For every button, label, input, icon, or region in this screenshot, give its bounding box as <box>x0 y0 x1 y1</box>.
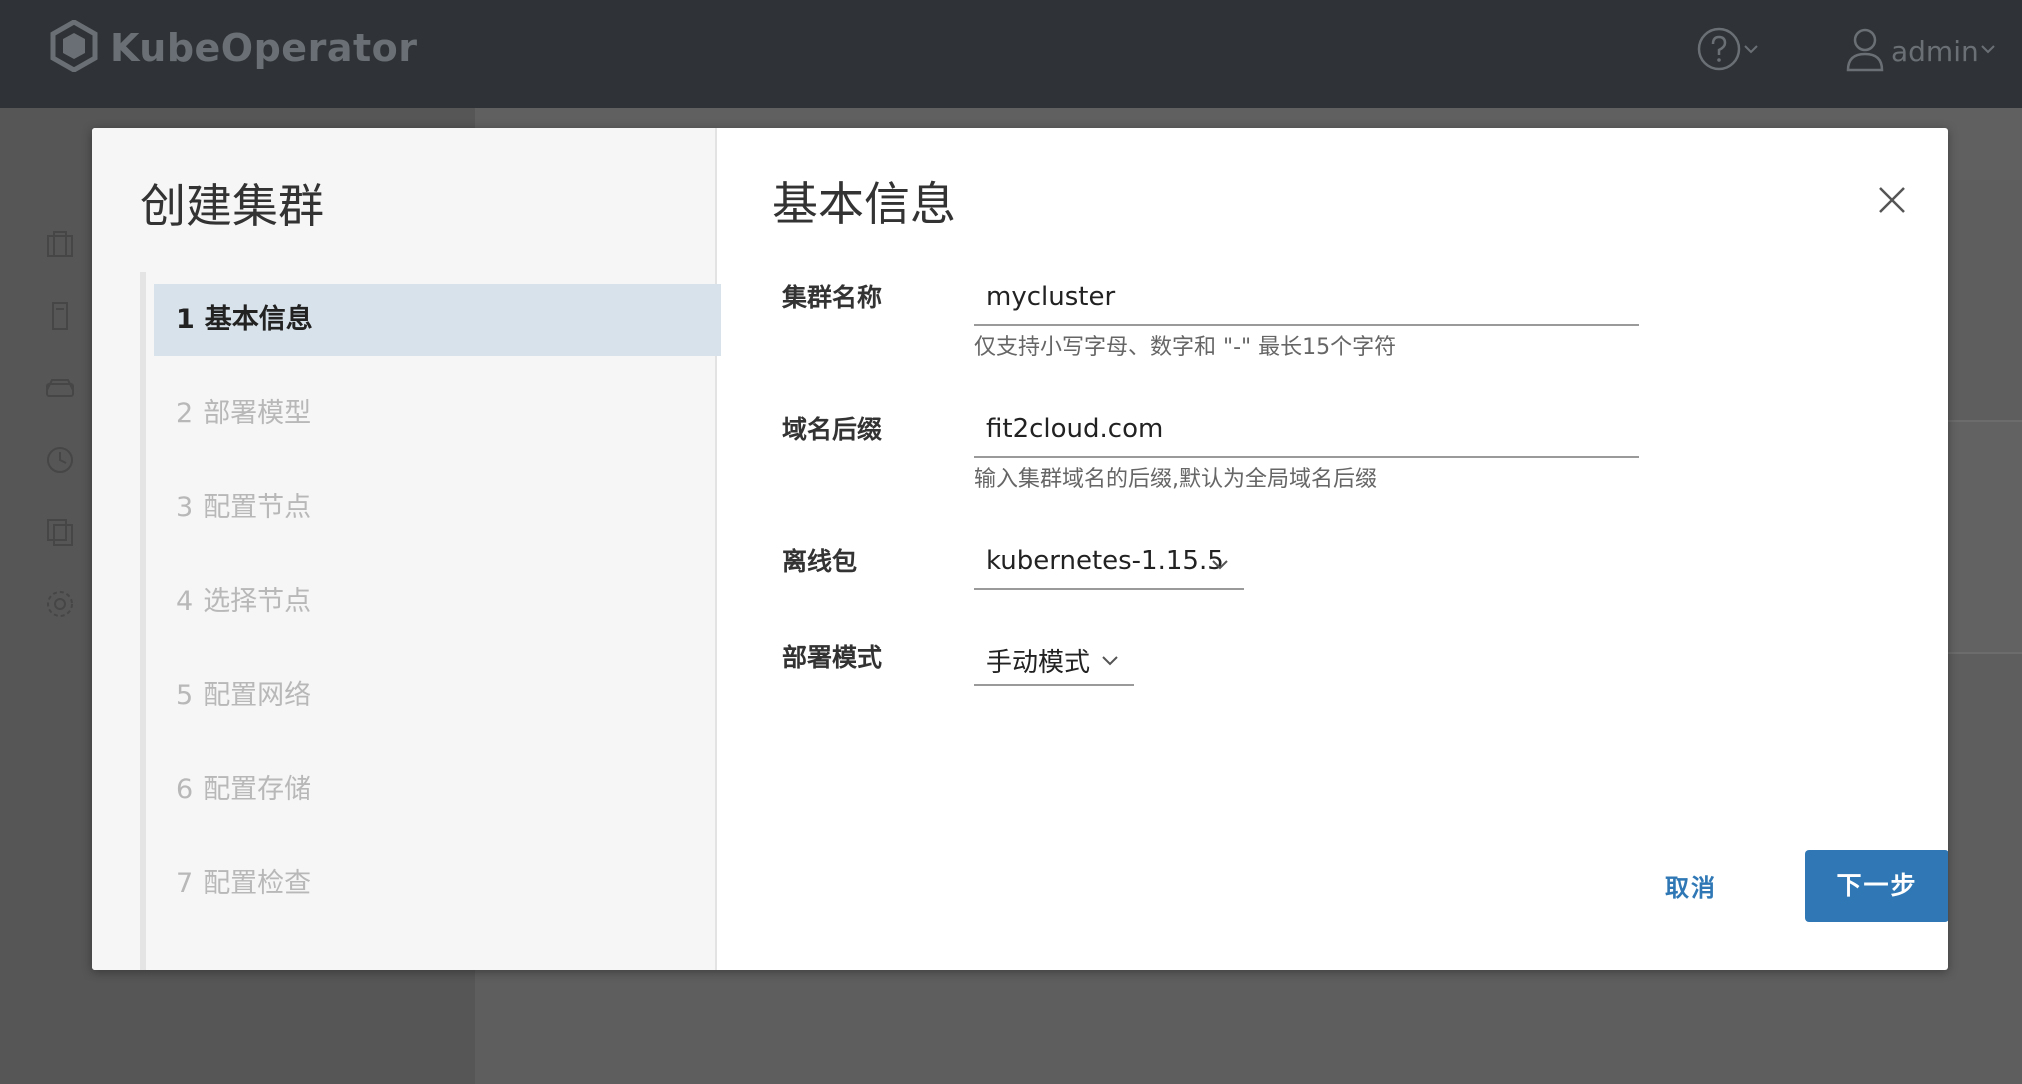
offline-package-select[interactable]: kubernetes-1.15.5 <box>974 540 1244 590</box>
chevron-down-icon <box>1742 40 1760 62</box>
wizard-step-3[interactable]: 3 配置节点 <box>154 472 721 544</box>
cancel-button[interactable]: 取消 <box>1665 868 1717 903</box>
wizard-step-label: 配置节点 <box>203 492 312 523</box>
wizard-step-label: 配置网络 <box>203 680 312 711</box>
wizard-step-label: 基本信息 <box>204 304 313 335</box>
offline-package-label: 离线包 <box>782 547 858 576</box>
user-icon <box>1845 26 1885 76</box>
logo-hexagon-icon <box>48 19 100 76</box>
help-menu[interactable] <box>1696 26 1760 76</box>
wizard-step-2[interactable]: 2 部署模型 <box>154 378 721 450</box>
username-label: admin <box>1891 34 1979 68</box>
wizard-step-label: 配置存储 <box>203 774 312 805</box>
clock-icon <box>44 444 76 480</box>
cluster-name-input[interactable]: mycluster <box>974 276 1639 326</box>
brand-name: KubeOperator <box>110 26 418 70</box>
cluster-icon <box>44 228 76 264</box>
storage-icon <box>44 372 76 408</box>
wizard-title: 创建集群 <box>140 179 324 233</box>
offline-package-value: kubernetes-1.15.5 <box>986 546 1224 576</box>
wizard-step-label: 选择节点 <box>203 586 312 617</box>
domain-suffix-value: fit2cloud.com <box>986 414 1164 444</box>
deploy-mode-select[interactable]: 手动模式 <box>974 636 1134 686</box>
close-button[interactable] <box>1872 180 1912 220</box>
chevron-down-icon <box>1979 40 1997 62</box>
cluster-name-value: mycluster <box>986 282 1116 312</box>
wizard-step-7[interactable]: 7 配置检查 <box>154 848 721 920</box>
deploy-mode-value: 手动模式 <box>986 648 1091 678</box>
domain-suffix-input[interactable]: fit2cloud.com <box>974 408 1639 458</box>
wizard-step-list: 1 基本信息 2 部署模型 3 配置节点 4 选择节点 5 配置网络 6 配置存储 7 配置检… <box>140 272 721 970</box>
wizard-step-5[interactable]: 5 配置网络 <box>154 660 721 732</box>
wizard-step-label: 部署模型 <box>203 398 312 429</box>
chevron-down-icon <box>1100 650 1120 674</box>
brand-logo[interactable]: KubeOperator <box>48 19 418 76</box>
cluster-name-hint: 仅支持小写字母、数字和 "-" 最长15个字符 <box>974 335 1397 360</box>
user-menu[interactable]: admin <box>1845 26 1997 76</box>
domain-suffix-label: 域名后缀 <box>782 415 883 444</box>
chevron-down-icon <box>1210 554 1230 578</box>
help-icon <box>1696 26 1742 76</box>
wizard-step-nav: 创建集群 1 基本信息 2 部署模型 3 配置节点 4 选择节点 5 配置网络 6 配置存储… <box>92 128 721 970</box>
next-step-button[interactable]: 下一步 <box>1805 850 1948 922</box>
copy-icon <box>44 516 76 552</box>
step-title: 基本信息 <box>772 177 956 231</box>
close-icon <box>1872 187 1912 224</box>
wizard-step-6[interactable]: 6 配置存储 <box>154 754 721 826</box>
server-icon <box>44 300 76 336</box>
create-cluster-dialog: 创建集群 1 基本信息 2 部署模型 3 配置节点 4 选择节点 5 配置网络 6 配置存储… <box>92 128 1948 970</box>
top-navigation-bar: KubeOperator admin <box>0 0 2022 108</box>
deploy-mode-label: 部署模式 <box>782 643 883 672</box>
gear-icon <box>44 588 76 624</box>
wizard-step-1[interactable]: 1 基本信息 <box>154 284 721 356</box>
wizard-content: 基本信息 集群名称 mycluster 仅支持小写字母、数字和 "-" 最长15… <box>717 128 1948 970</box>
cluster-name-label: 集群名称 <box>782 283 883 312</box>
wizard-step-4[interactable]: 4 选择节点 <box>154 566 721 638</box>
domain-suffix-hint: 输入集群域名的后缀,默认为全局域名后缀 <box>974 467 1377 492</box>
wizard-step-label: 配置检查 <box>203 868 312 899</box>
